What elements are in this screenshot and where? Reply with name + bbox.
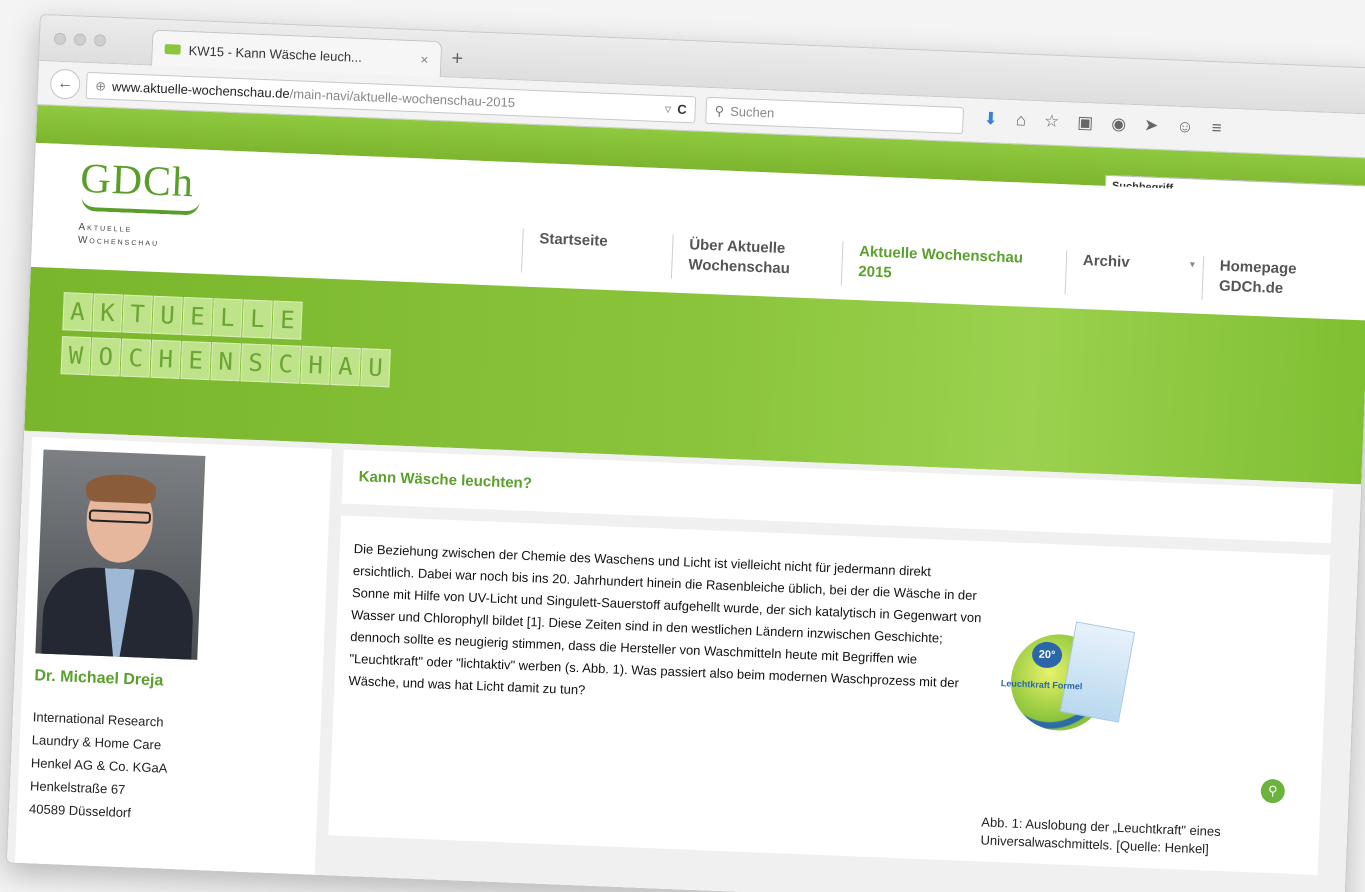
banner-row-aktuelle: AKTUELLE [62, 292, 393, 343]
banner-tile: T [122, 294, 153, 334]
send-icon[interactable]: ➤ [1144, 115, 1159, 136]
favicon-icon [164, 44, 181, 55]
chat-icon[interactable]: ☺ [1176, 117, 1194, 138]
banner-row-wochenschau: WOCHENSCHAU [60, 336, 392, 388]
clipboard-icon[interactable]: ▣ [1077, 113, 1094, 134]
close-window-button[interactable] [53, 32, 67, 46]
banner-tile: O [90, 337, 122, 377]
banner-tile: N [210, 342, 241, 382]
web-page: Suchbegriff ⚲ GDCh Aktuelle Wochenschau … [6, 104, 1365, 892]
banner-tile: U [360, 348, 391, 388]
archiv-dropdown-icon[interactable]: ▾ [1190, 259, 1195, 270]
globe-icon: ⊕ [94, 77, 107, 94]
browser-search-input[interactable]: ⚲ Suchen [705, 96, 965, 135]
banner-tile: E [272, 300, 303, 340]
banner-tiles: AKTUELLE WOCHENSCHAU [60, 292, 393, 393]
reload-icon[interactable]: C [677, 102, 687, 117]
banner-tile: K [92, 293, 123, 333]
banner-tile: U [152, 295, 183, 335]
search-icon: ⚲ [714, 102, 725, 119]
banner-tile: L [242, 299, 273, 339]
banner-tile: E [182, 296, 213, 337]
nav-homepage-gdch[interactable]: Homepage GDCh.de [1201, 255, 1324, 305]
maximize-window-button[interactable] [93, 34, 107, 47]
url-dropdown-icon[interactable]: ▿ [664, 101, 672, 117]
author-name: Dr. Michael Dreja [34, 667, 164, 690]
banner-tile: C [270, 344, 301, 384]
home-icon[interactable]: ⌂ [1015, 110, 1026, 130]
gdch-logo[interactable]: GDCh Aktuelle Wochenschau [78, 155, 231, 253]
screenshot-stage: KW15 - Kann Wäsche leuch... × + ← ⊕ www.… [0, 0, 1365, 892]
banner-tile: H [300, 345, 331, 385]
tab-title: KW15 - Kann Wäsche leuch... [188, 42, 363, 65]
addon-icon[interactable]: ◉ [1111, 114, 1127, 135]
banner-tile: A [330, 346, 361, 387]
new-tab-button[interactable]: + [451, 48, 464, 71]
download-icon[interactable]: ⬇ [983, 109, 998, 130]
content-area: Dr. Michael Dreja International Research… [6, 430, 1362, 892]
browser-search-placeholder: Suchen [729, 103, 775, 121]
toolbar-icons: ⬇ ⌂ ☆ ▣ ◉ ➤ ☺ ≡ [983, 109, 1222, 139]
figure-caption: Abb. 1: Auslobung der „Leuchtkraft" eine… [980, 814, 1221, 857]
url-path: /main-navi/aktuelle-wochenschau-2015 [289, 86, 516, 111]
banner-tile: C [120, 338, 152, 378]
browser-window: KW15 - Kann Wäsche leuch... × + ← ⊕ www.… [5, 14, 1365, 892]
back-button[interactable]: ← [49, 68, 81, 100]
minimize-window-button[interactable] [73, 33, 87, 46]
bookmark-star-icon[interactable]: ☆ [1044, 111, 1060, 132]
logo-text: GDCh [79, 155, 195, 207]
article-text: Die Beziehung zwischen der Chemie des Wa… [348, 541, 982, 698]
banner-tile: S [240, 343, 271, 383]
nav-ueber-aktuelle-wochenschau[interactable]: Über Aktuelle Wochenschau [670, 234, 843, 286]
author-photo [35, 449, 206, 660]
figure-leuchtkraft-image[interactable]: 20° Leuchtkraft Formel [999, 621, 1164, 748]
tab-close-icon[interactable]: × [420, 51, 429, 67]
logo-subtitle: Aktuelle Wochenschau [78, 221, 229, 253]
article-body: Die Beziehung zwischen der Chemie des Wa… [328, 515, 1331, 875]
window-controls [53, 32, 107, 47]
nav-archiv[interactable]: Archiv [1064, 250, 1191, 300]
menu-icon[interactable]: ≡ [1211, 118, 1222, 138]
back-arrow-icon: ← [56, 74, 74, 93]
banner-tile: W [60, 336, 92, 376]
author-affiliation: International Research Laundry & Home Ca… [29, 705, 309, 831]
banner-tile: H [150, 339, 181, 379]
author-sidebar: Dr. Michael Dreja International Research… [14, 437, 332, 879]
banner-tile: A [62, 292, 93, 332]
url-host: www.aktuelle-wochenschau.de [111, 78, 290, 102]
article-main: Kann Wäsche leuchten? Die Beziehung zwis… [327, 449, 1333, 892]
zoom-icon[interactable]: ⚲ [1260, 778, 1286, 804]
nav-aktuelle-wochenschau-2015[interactable]: Aktuelle Wochenschau 2015 [840, 241, 1067, 295]
banner-tile: E [180, 340, 211, 381]
nav-startseite[interactable]: Startseite [521, 228, 673, 279]
banner-tile: L [212, 298, 243, 338]
